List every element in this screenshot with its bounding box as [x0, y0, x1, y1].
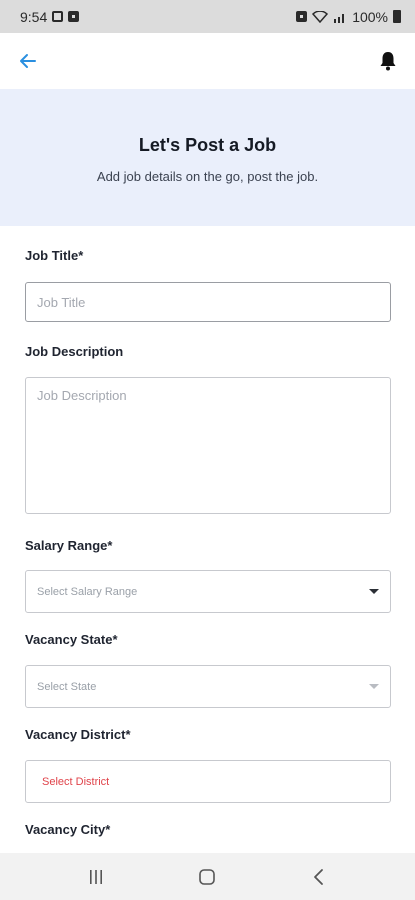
status-right: 100% — [296, 9, 401, 25]
battery-percent: 100% — [352, 8, 388, 25]
signal-icon — [334, 13, 345, 23]
system-nav-bar — [0, 853, 415, 900]
status-time: 9:54 — [20, 8, 48, 25]
vacancy-state-select[interactable]: Select State — [25, 665, 391, 708]
system-back-button[interactable] — [289, 862, 349, 892]
status-left: 9:54 — [20, 8, 80, 25]
vacancy-city-label: Vacancy City* — [25, 822, 111, 837]
vacancy-state-value: Select State — [37, 680, 97, 693]
battery-icon — [393, 10, 401, 23]
vacancy-state-label: Vacancy State* — [25, 632, 118, 647]
home-button[interactable] — [177, 862, 237, 892]
vacancy-district-label: Vacancy District* — [25, 727, 131, 742]
chevron-left-icon — [314, 868, 324, 885]
chevron-down-icon — [369, 684, 379, 689]
salary-range-value: Select Salary Range — [37, 585, 138, 598]
gallery-notification-icon — [52, 11, 64, 22]
salary-range-label: Salary Range* — [25, 538, 113, 553]
page-title: Let's Post a Job — [138, 135, 277, 155]
status-bar: 9:54 100% — [0, 0, 415, 33]
recent-apps-icon — [89, 869, 102, 884]
home-icon — [199, 868, 216, 885]
recent-apps-button[interactable] — [66, 862, 126, 892]
arrow-left-icon[interactable] — [18, 51, 38, 71]
salary-range-select[interactable]: Select Salary Range — [25, 570, 391, 613]
job-description-input[interactable] — [25, 377, 391, 514]
hero-banner: Let's Post a Job Add job details on the … — [0, 89, 415, 226]
wifi-icon — [312, 10, 329, 23]
page-subtitle: Add job details on the go, post the job. — [96, 169, 319, 184]
job-description-label: Job Description — [25, 344, 124, 359]
vacancy-district-select[interactable]: Select District — [25, 760, 391, 803]
alarm-icon — [296, 11, 308, 22]
chevron-down-icon — [369, 589, 379, 594]
job-title-input[interactable] — [25, 282, 391, 322]
app-notification-icon — [68, 11, 80, 22]
vacancy-district-value: Select District — [42, 775, 110, 788]
bell-icon[interactable] — [379, 51, 397, 71]
job-title-label: Job Title* — [25, 248, 84, 263]
app-header — [0, 33, 415, 89]
